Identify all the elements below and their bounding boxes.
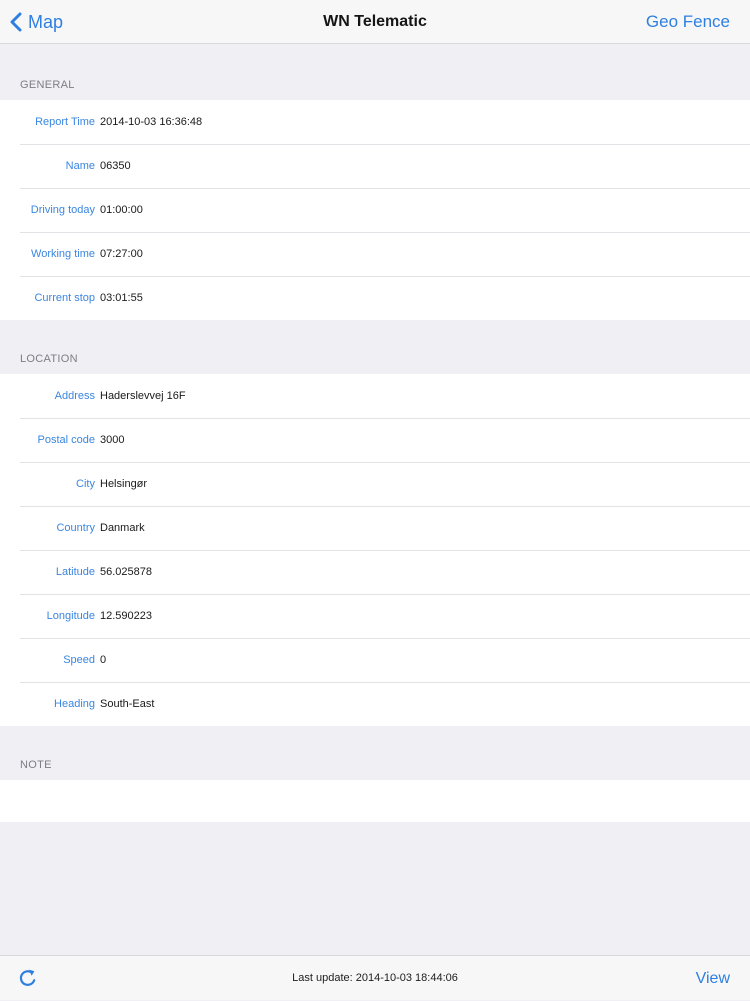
row-value: Helsingør bbox=[100, 478, 148, 490]
general-group: Report Time 2014-10-03 16:36:48 Name 063… bbox=[0, 100, 750, 320]
row-label: Current stop bbox=[34, 292, 95, 304]
row-address: Address Haderslevvej 16F bbox=[0, 374, 750, 418]
page-title: WN Telematic bbox=[323, 13, 427, 30]
row-working-time: Working time 07:27:00 bbox=[0, 232, 750, 276]
chevron-left-icon bbox=[10, 12, 22, 32]
row-label: Working time bbox=[31, 248, 95, 260]
section-header-note: NOTE bbox=[20, 759, 52, 771]
row-label: Postal code bbox=[37, 434, 95, 446]
row-value: 0 bbox=[100, 654, 107, 666]
row-current-stop: Current stop 03:01:55 bbox=[0, 276, 750, 320]
row-country: Country Danmark bbox=[0, 506, 750, 550]
row-value: 3000 bbox=[100, 434, 125, 446]
row-value: Danmark bbox=[100, 522, 145, 534]
row-value: 2014-10-03 16:36:48 bbox=[100, 116, 203, 128]
row-label: Driving today bbox=[30, 204, 95, 216]
view-button[interactable]: View bbox=[696, 956, 730, 1001]
row-postal-code: Postal code 3000 bbox=[0, 418, 750, 462]
location-group: Address Haderslevvej 16F Postal code 300… bbox=[0, 374, 750, 726]
row-label: Address bbox=[54, 390, 95, 402]
row-value: 12.590223 bbox=[100, 610, 152, 622]
row-value: 03:01:55 bbox=[100, 292, 143, 304]
row-label: Heading bbox=[54, 698, 95, 710]
row-label: Speed bbox=[63, 654, 95, 666]
row-latitude: Latitude 56.025878 bbox=[0, 550, 750, 594]
row-value: 56.025878 bbox=[100, 566, 152, 578]
last-update-status: Last update: 2014-10-03 18:44:06 bbox=[292, 972, 458, 984]
row-label: Report Time bbox=[35, 116, 95, 128]
section-header-location: LOCATION bbox=[20, 353, 78, 365]
navigation-bar: Map WN Telematic Geo Fence bbox=[0, 0, 750, 44]
geo-fence-button[interactable]: Geo Fence bbox=[646, 0, 730, 44]
row-label: City bbox=[76, 478, 95, 490]
row-value: 01:00:00 bbox=[100, 204, 143, 216]
row-longitude: Longitude 12.590223 bbox=[0, 594, 750, 638]
row-value: Haderslevvej 16F bbox=[100, 390, 186, 402]
back-button-label: Map bbox=[28, 11, 64, 32]
row-label: Country bbox=[56, 522, 95, 534]
note-field[interactable] bbox=[0, 780, 750, 822]
row-heading: Heading South-East bbox=[0, 682, 750, 726]
row-value: 06350 bbox=[100, 160, 131, 172]
row-speed: Speed 0 bbox=[0, 638, 750, 682]
row-report-time: Report Time 2014-10-03 16:36:48 bbox=[0, 100, 750, 144]
row-value: 07:27:00 bbox=[100, 248, 143, 260]
section-header-general: GENERAL bbox=[20, 79, 75, 91]
row-value: South-East bbox=[100, 698, 155, 710]
row-label: Name bbox=[65, 160, 95, 172]
row-driving-today: Driving today 01:00:00 bbox=[0, 188, 750, 232]
row-city: City Helsingør bbox=[0, 462, 750, 506]
bottom-toolbar: Last update: 2014-10-03 18:44:06 View bbox=[0, 955, 750, 1000]
back-button[interactable]: Map bbox=[10, 10, 63, 34]
row-label: Latitude bbox=[55, 566, 95, 578]
row-name: Name 06350 bbox=[0, 144, 750, 188]
row-label: Longitude bbox=[46, 610, 95, 622]
